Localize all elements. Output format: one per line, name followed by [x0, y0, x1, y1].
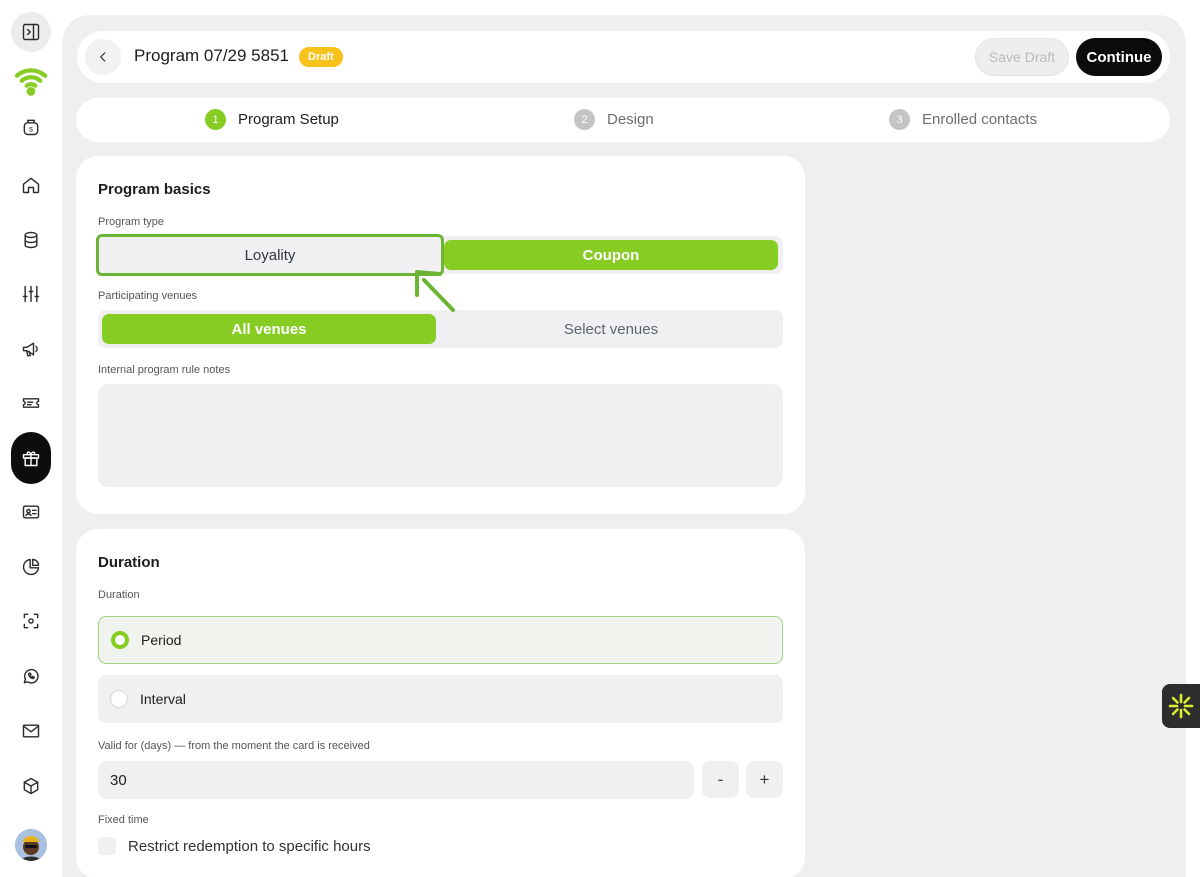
- restrict-hours-checkbox[interactable]: [98, 837, 116, 855]
- save-draft-button[interactable]: Save Draft: [975, 38, 1069, 76]
- megaphone-icon[interactable]: [11, 329, 51, 369]
- notes-textarea[interactable]: [98, 384, 783, 487]
- duration-card: Duration Duration Period Interval Valid …: [76, 529, 805, 877]
- sidebar: $: [0, 0, 62, 877]
- duration-label: Duration: [98, 589, 140, 601]
- box-icon[interactable]: [11, 766, 51, 806]
- step-number: 3: [889, 109, 910, 130]
- whatsapp-icon[interactable]: [11, 656, 51, 696]
- decrement-button[interactable]: -: [702, 761, 739, 798]
- scan-icon[interactable]: [11, 601, 51, 641]
- page-title: Program 07/29 5851: [134, 46, 289, 65]
- page-header: Program 07/29 5851 Draft Save Draft Cont…: [77, 31, 1170, 83]
- restrict-hours-row[interactable]: Restrict redemption to specific hours: [98, 837, 371, 855]
- radio-button[interactable]: [111, 631, 129, 649]
- contact-card-icon[interactable]: [11, 492, 51, 532]
- venues-select[interactable]: Select venues: [444, 314, 778, 344]
- venues-all[interactable]: All venues: [102, 314, 436, 344]
- ticket-icon[interactable]: [11, 383, 51, 423]
- continue-button[interactable]: Continue: [1076, 38, 1162, 76]
- wifi-logo-icon[interactable]: [11, 60, 51, 100]
- program-type-coupon[interactable]: Coupon: [444, 240, 778, 270]
- step-program-setup[interactable]: 1 Program Setup: [205, 109, 339, 130]
- notes-label: Internal program rule notes: [98, 364, 231, 376]
- option-label: Interval: [140, 691, 186, 707]
- database-icon[interactable]: [11, 220, 51, 260]
- fixed-time-label: Fixed time: [98, 814, 149, 826]
- avatar[interactable]: [15, 829, 47, 861]
- valid-for-label: Valid for (days) — from the moment the c…: [98, 740, 370, 752]
- step-design[interactable]: 2 Design: [574, 109, 654, 130]
- mail-icon[interactable]: [11, 711, 51, 751]
- radio-button[interactable]: [110, 690, 128, 708]
- step-enrolled-contacts[interactable]: 3 Enrolled contacts: [889, 109, 1037, 130]
- money-bag-icon[interactable]: $: [11, 107, 51, 147]
- venues-selector: All venues Select venues: [98, 310, 783, 348]
- step-label: Enrolled contacts: [922, 111, 1038, 128]
- step-label: Program Setup: [238, 111, 339, 128]
- assistant-widget[interactable]: [1162, 684, 1200, 728]
- pie-chart-icon[interactable]: [11, 547, 51, 587]
- step-label: Design: [607, 111, 654, 128]
- sliders-icon[interactable]: [11, 274, 51, 314]
- program-type-loyalty[interactable]: Loyality: [96, 234, 444, 276]
- valid-days-input[interactable]: [98, 761, 694, 799]
- step-number: 1: [205, 109, 226, 130]
- svg-text:$: $: [29, 127, 33, 134]
- venues-label: Participating venues: [98, 290, 198, 302]
- status-badge: Draft: [299, 47, 343, 67]
- main-panel: Program 07/29 5851 Draft Save Draft Cont…: [62, 15, 1186, 877]
- sparkle-icon: [1168, 693, 1194, 719]
- duration-option-period[interactable]: Period: [98, 616, 783, 664]
- duration-option-interval[interactable]: Interval: [98, 675, 783, 723]
- card-title: Duration: [98, 554, 160, 571]
- chevron-left-icon: [100, 52, 106, 62]
- increment-button[interactable]: +: [746, 761, 783, 798]
- restrict-hours-label: Restrict redemption to specific hours: [128, 837, 371, 855]
- step-number: 2: [574, 109, 595, 130]
- stepper: 1 Program Setup 2 Design 3 Enrolled cont…: [76, 98, 1170, 142]
- program-basics-card: Program basics Program type Coupon Loyal…: [76, 156, 805, 514]
- gift-icon[interactable]: [11, 432, 51, 484]
- program-type-label: Program type: [98, 216, 165, 228]
- back-button[interactable]: [85, 39, 121, 75]
- card-title: Program basics: [98, 181, 211, 198]
- option-label: Period: [141, 632, 182, 648]
- home-icon[interactable]: [11, 165, 51, 205]
- panel-toggle-icon[interactable]: [11, 12, 51, 52]
